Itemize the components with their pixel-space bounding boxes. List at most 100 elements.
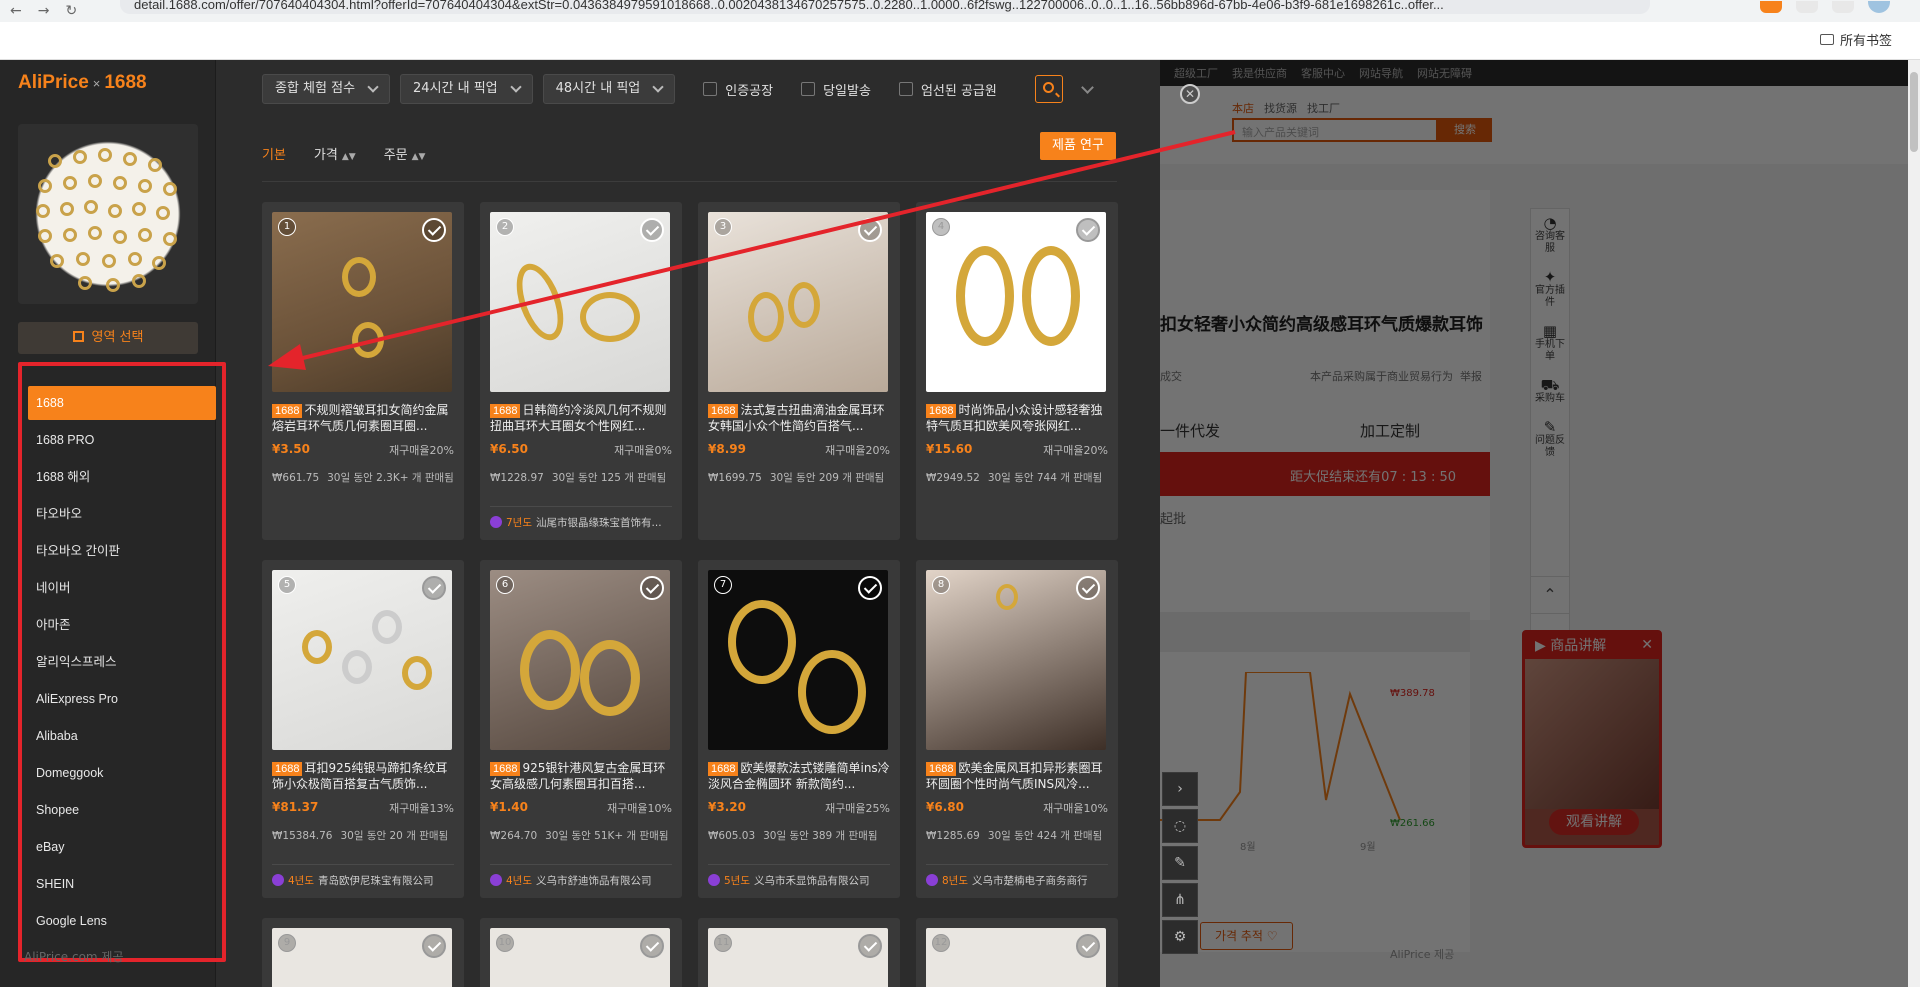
- topbar-link[interactable]: 网站导航: [1359, 65, 1403, 81]
- sort-orders[interactable]: 주문 ▲▼: [384, 144, 426, 181]
- seller-row[interactable]: 7년도 汕尾市银晶缘珠宝首饰有...: [490, 506, 672, 530]
- checkbox-box[interactable]: [898, 82, 913, 96]
- share-icon[interactable]: ⋔: [1162, 883, 1198, 917]
- product-title[interactable]: 1688 欧美金属风耳扣异形素圈耳环圆圈个性时尚气质INS风冷...: [926, 760, 1108, 792]
- select-check-icon[interactable]: [422, 218, 446, 242]
- product-image[interactable]: 11: [708, 928, 888, 987]
- select-check-icon[interactable]: [858, 576, 882, 600]
- source-item-aliexpress[interactable]: 알리익스프레스: [28, 645, 216, 679]
- select-check-icon[interactable]: [422, 576, 446, 600]
- gear-icon[interactable]: ⚙: [1162, 920, 1198, 954]
- chat-icon[interactable]: ◌: [1162, 809, 1198, 843]
- product-image[interactable]: 8: [926, 570, 1106, 750]
- select-check-icon[interactable]: [640, 218, 664, 242]
- pickup48-dropdown[interactable]: 48시간 내 픽업: [542, 74, 676, 104]
- select-check-icon[interactable]: [1076, 576, 1100, 600]
- source-item-domeggook[interactable]: Domeggook: [28, 756, 216, 790]
- product-image[interactable]: 10: [490, 928, 670, 987]
- seller-row[interactable]: 8년도 义乌市楚楠电子商务商行: [926, 864, 1108, 888]
- rail-cart[interactable]: ⛟ 采购车: [1531, 371, 1569, 413]
- product-image[interactable]: 6: [490, 570, 670, 750]
- product-card[interactable]: 2 1688 日韩简约冷淡风几何不规则扭曲耳环大耳圈女个性网红... ¥6.50 재…: [480, 202, 682, 540]
- seller-row[interactable]: 4년도 义乌市舒迪饰品有限公司: [490, 864, 672, 888]
- price-track-button[interactable]: 가격 추적 ♡: [1200, 922, 1293, 950]
- product-title[interactable]: 1688 日韩简约冷淡风几何不规则扭曲耳环大耳圈女个性网红...: [490, 402, 672, 434]
- selected-supplier-checkbox[interactable]: 엄선된 공급원: [898, 80, 997, 99]
- close-icon[interactable]: ✕: [1641, 637, 1653, 653]
- select-check-icon[interactable]: [858, 934, 882, 958]
- chevron-right-icon[interactable]: ›: [1162, 772, 1198, 806]
- product-card[interactable]: 8 1688 欧美金属风耳扣异形素圈耳环圆圈个性时尚气质INS风冷... ¥6.8…: [916, 560, 1118, 898]
- topbar-link[interactable]: 客服中心: [1301, 65, 1345, 81]
- score-dropdown[interactable]: 종합 체험 점수: [262, 74, 391, 104]
- product-card[interactable]: 5 1688 耳扣925纯银马蹄扣条纹耳饰小众极简百搭复古气质饰... ¥81.3…: [262, 560, 464, 898]
- product-image[interactable]: 12: [926, 928, 1106, 987]
- source-item-alibaba[interactable]: Alibaba: [28, 719, 216, 753]
- checkbox-box[interactable]: [801, 82, 816, 96]
- topbar-link[interactable]: 网站无障碍: [1417, 65, 1472, 81]
- product-card[interactable]: 11: [698, 918, 900, 987]
- tab-find-factory[interactable]: 找工厂: [1307, 100, 1340, 116]
- rail-plugin[interactable]: ✦ 官方插件: [1531, 263, 1569, 317]
- source-item-ebay[interactable]: eBay: [28, 830, 216, 864]
- product-research-button[interactable]: 제품 연구: [1040, 132, 1116, 160]
- sort-basic[interactable]: 기본: [262, 144, 286, 181]
- site-search-input[interactable]: 输入产品关键词: [1232, 118, 1438, 142]
- forward-icon[interactable]: →: [38, 3, 50, 19]
- seller-row[interactable]: 4년도 青岛欧伊尼珠宝有限公司: [272, 864, 454, 888]
- option-custom[interactable]: 加工定制: [1360, 420, 1420, 441]
- product-title[interactable]: 1688 耳扣925纯银马蹄扣条纹耳饰小众极简百搭复古气质饰...: [272, 760, 454, 792]
- back-icon[interactable]: ←: [10, 3, 22, 19]
- topbar-link[interactable]: 超级工厂: [1174, 65, 1218, 81]
- rail-customer-service[interactable]: ◔ 咨询客服: [1531, 209, 1569, 263]
- same-day-checkbox[interactable]: 당일발송: [801, 80, 871, 99]
- extension-icon[interactable]: [1832, 1, 1854, 13]
- option-dropship[interactable]: 一件代发: [1160, 420, 1220, 441]
- select-check-icon[interactable]: [640, 934, 664, 958]
- product-title[interactable]: 1688 法式复古扭曲滴油金属耳环女韩国小众个性简约百搭气...: [708, 402, 890, 434]
- all-bookmarks[interactable]: 所有书签: [1819, 30, 1892, 49]
- product-card[interactable]: 4 1688 时尚饰品小众设计感轻奢独特气质耳扣欧美风夸张网红... ¥15.60…: [916, 202, 1118, 540]
- product-card[interactable]: 12: [916, 918, 1118, 987]
- product-image[interactable]: 9: [272, 928, 452, 987]
- source-item-1688-overseas[interactable]: 1688 해외: [28, 460, 216, 494]
- tab-store[interactable]: 本店: [1232, 100, 1254, 116]
- product-title[interactable]: 1688 925银针港风复古金属耳环女高级感几何素圈耳扣百搭...: [490, 760, 672, 792]
- scroll-top-button[interactable]: ⌃: [1530, 576, 1570, 614]
- page-scrollbar[interactable]: [1908, 60, 1920, 987]
- product-image[interactable]: 3: [708, 212, 888, 392]
- source-item-google-lens[interactable]: Google Lens: [28, 904, 216, 938]
- product-image[interactable]: 7: [708, 570, 888, 750]
- extension-icon[interactable]: [1760, 1, 1782, 13]
- sort-price[interactable]: 가격 ▲▼: [314, 144, 356, 181]
- product-card[interactable]: 6 1688 925银针港风复古金属耳环女高级感几何素圈耳扣百搭... ¥1.40…: [480, 560, 682, 898]
- report-link[interactable]: 举报: [1460, 368, 1482, 384]
- chevron-down-icon[interactable]: [1080, 80, 1094, 94]
- source-item-taobao[interactable]: 타오바오: [28, 497, 216, 531]
- product-card[interactable]: 7 1688 欧美爆款法式镂雕简单ins冷淡风合金椭圆环 新款简约... ¥3.2…: [698, 560, 900, 898]
- watch-video-button[interactable]: 观看讲解: [1549, 809, 1639, 835]
- rail-feedback[interactable]: ✎ 问题反馈: [1531, 413, 1569, 467]
- profile-avatar[interactable]: [1868, 1, 1890, 13]
- product-title[interactable]: 1688 欧美爆款法式镂雕简单ins冷淡风合金椭圆环 新款简约...: [708, 760, 890, 792]
- source-item-1688[interactable]: 1688: [28, 386, 216, 420]
- product-image[interactable]: 4: [926, 212, 1106, 392]
- source-item-1688-pro[interactable]: 1688 PRO: [28, 423, 216, 457]
- area-select-button[interactable]: 영역 선택: [18, 322, 198, 354]
- select-check-icon[interactable]: [858, 218, 882, 242]
- select-check-icon[interactable]: [1076, 218, 1100, 242]
- product-image[interactable]: 2: [490, 212, 670, 392]
- reload-icon[interactable]: ↻: [65, 3, 77, 19]
- pickup24-dropdown[interactable]: 24시간 내 픽업: [400, 74, 533, 104]
- close-panel-button[interactable]: ✕: [1180, 84, 1200, 104]
- source-item-taobao-lite[interactable]: 타오바오 간이판: [28, 534, 216, 568]
- address-bar[interactable]: detail.1688.com/offer/707640404304.html?…: [120, 0, 1650, 14]
- rail-mobile[interactable]: ▦ 手机下单: [1531, 317, 1569, 371]
- select-check-icon[interactable]: [640, 576, 664, 600]
- edit-icon[interactable]: ✎: [1162, 846, 1198, 880]
- product-title[interactable]: 1688 不规则褶皱耳扣女简约金属熔岩耳环气质几何素圈耳圈...: [272, 402, 454, 434]
- scrollbar-thumb[interactable]: [1910, 72, 1918, 152]
- product-title[interactable]: 1688 时尚饰品小众设计感轻奢独特气质耳扣欧美风夸张网红...: [926, 402, 1108, 434]
- tab-find-source[interactable]: 找货源: [1264, 100, 1297, 116]
- product-image[interactable]: 1: [272, 212, 452, 392]
